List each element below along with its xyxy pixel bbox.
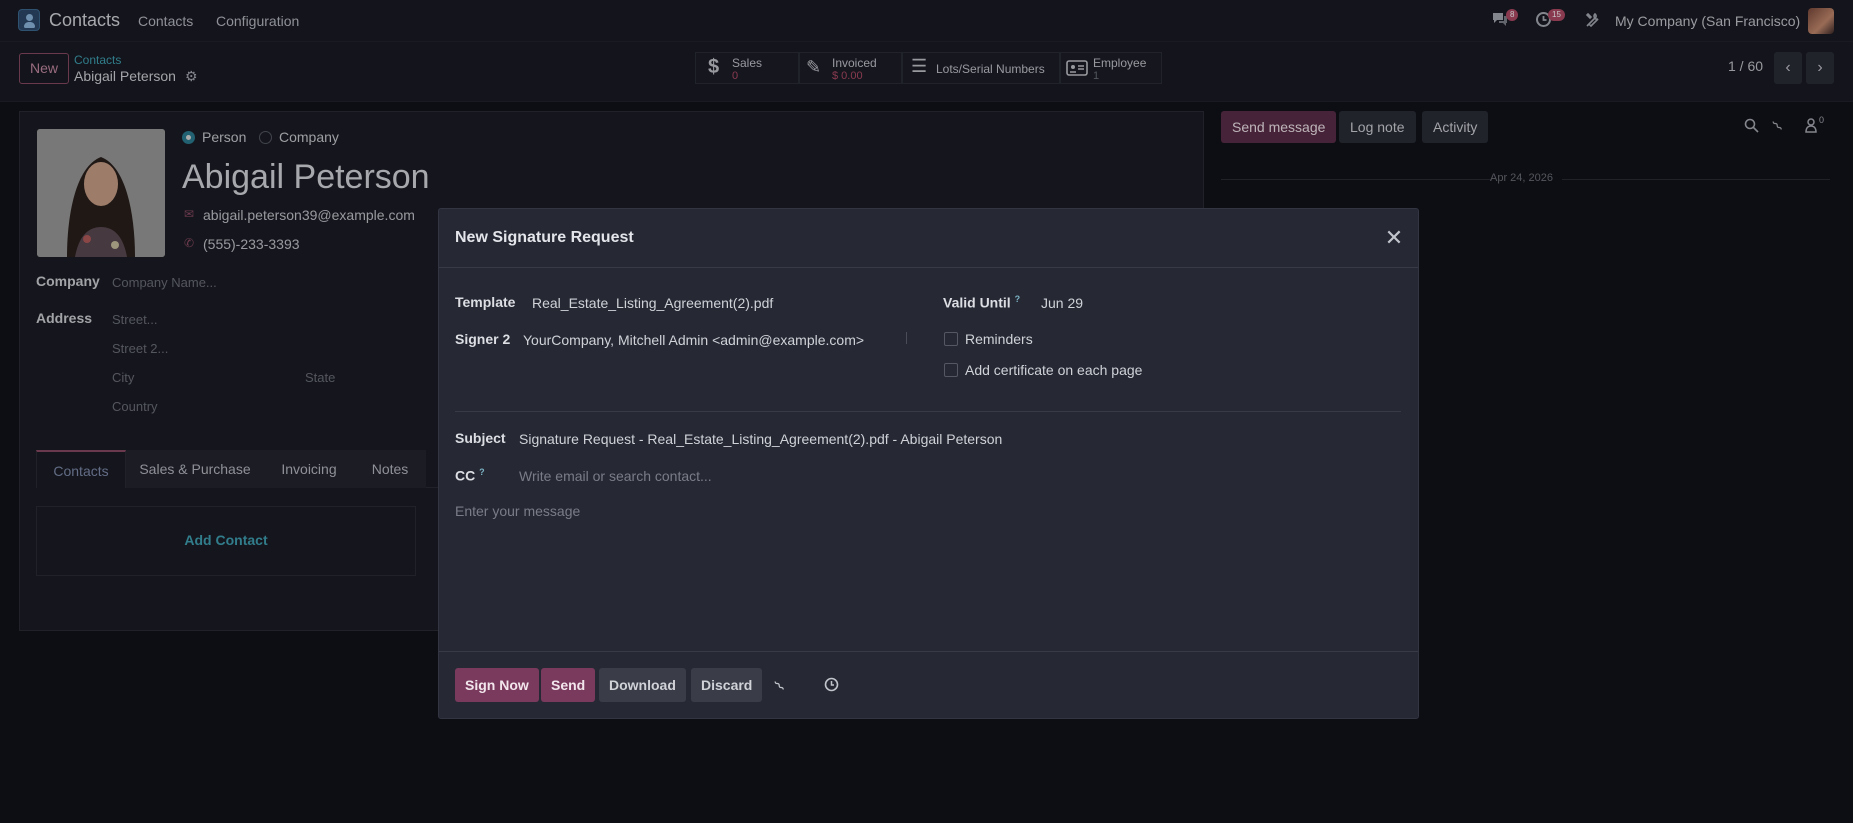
- schedule-clock-icon[interactable]: [824, 677, 839, 696]
- sign-now-button[interactable]: Sign Now: [455, 668, 539, 702]
- template-label: Template: [455, 294, 516, 310]
- subject-label: Subject: [455, 430, 506, 446]
- message-body[interactable]: Enter your message: [455, 503, 580, 519]
- reminders-label: Reminders: [965, 331, 1033, 347]
- reminders-checkbox[interactable]: [944, 332, 958, 346]
- footer-divider: [439, 651, 1418, 652]
- cc-help-icon[interactable]: ?: [479, 467, 485, 477]
- dialog-title: New Signature Request: [455, 229, 634, 246]
- valid-until-field[interactable]: Jun 29: [1041, 295, 1083, 311]
- signer-field-separator: [906, 332, 907, 344]
- valid-until-help-icon[interactable]: ?: [1015, 294, 1021, 304]
- download-button[interactable]: Download: [599, 668, 686, 702]
- valid-until-text: Valid Until: [943, 294, 1011, 311]
- valid-until-label: Valid Until ?: [943, 294, 1020, 311]
- template-field[interactable]: Real_Estate_Listing_Agreement(2).pdf: [532, 295, 773, 311]
- signer-field[interactable]: YourCompany, Mitchell Admin <admin@examp…: [523, 332, 864, 348]
- cc-label: CC ?: [455, 467, 485, 484]
- cc-input[interactable]: Write email or search contact...: [519, 468, 712, 484]
- fields-divider: [455, 411, 1401, 412]
- send-button[interactable]: Send: [541, 668, 596, 702]
- close-icon[interactable]: ✕: [1384, 227, 1404, 249]
- certificate-checkbox[interactable]: [944, 363, 958, 377]
- discard-button[interactable]: Discard: [691, 668, 763, 702]
- header-divider: [439, 267, 1418, 268]
- signer-label: Signer 2: [455, 331, 511, 347]
- cc-text: CC: [455, 467, 476, 484]
- signature-request-dialog: [438, 208, 1419, 719]
- subject-field[interactable]: Signature Request - Real_Estate_Listing_…: [519, 431, 1002, 447]
- certificate-label: Add certificate on each page: [965, 362, 1143, 378]
